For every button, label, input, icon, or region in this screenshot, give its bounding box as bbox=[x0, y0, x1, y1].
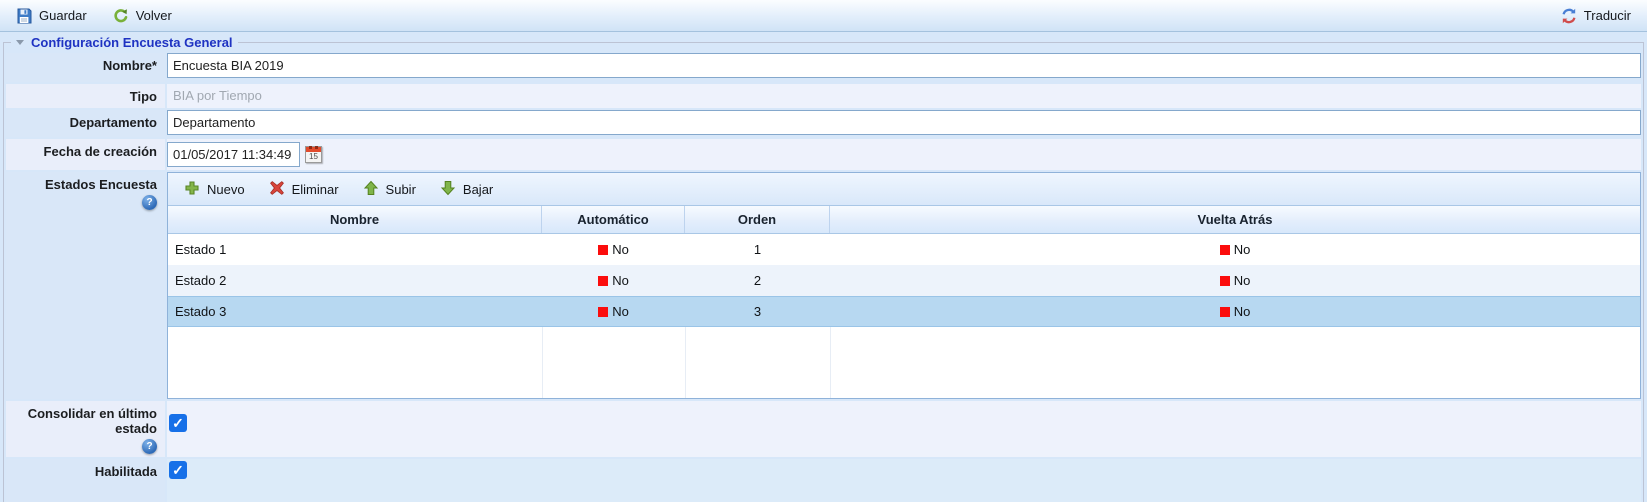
cell-vuelta-atras: No bbox=[830, 304, 1640, 319]
status-no-icon bbox=[1220, 307, 1230, 317]
move-down-button[interactable]: Bajar bbox=[429, 176, 504, 203]
toolbar-right-group: Traducir bbox=[1551, 4, 1641, 28]
cell-nombre: Estado 1 bbox=[168, 242, 542, 257]
grid-toolbar: Nuevo Eliminar bbox=[168, 173, 1640, 206]
calendar-button[interactable]: 15 bbox=[305, 146, 322, 163]
form-row-estados: Estados Encuesta Nuevo bbox=[6, 172, 1641, 399]
departamento-label: Departamento bbox=[6, 110, 165, 137]
habilitada-checkbox[interactable] bbox=[169, 461, 187, 479]
fieldset-configuracion: Configuración Encuesta General Nombre* T… bbox=[3, 35, 1644, 502]
form-row-departamento: Departamento bbox=[6, 110, 1641, 137]
toolbar-left-group: Guardar Volver bbox=[6, 4, 182, 28]
column-header-automatico[interactable]: Automático bbox=[542, 206, 685, 233]
cell-orden: 3 bbox=[685, 304, 830, 319]
estados-help-icon[interactable] bbox=[142, 195, 157, 210]
calendar-day-label: 15 bbox=[306, 152, 321, 162]
column-header-orden[interactable]: Orden bbox=[685, 206, 830, 233]
status-no-icon bbox=[598, 245, 608, 255]
delete-x-icon bbox=[269, 180, 285, 199]
calendar-icon: 15 bbox=[305, 146, 322, 163]
fecha-label: Fecha de creación bbox=[6, 139, 165, 170]
departamento-field-area bbox=[167, 110, 1641, 137]
grid-body: Estado 1 No 1 No Estado 2 bbox=[168, 234, 1640, 398]
grid-header: Nombre Automático Orden Vuelta Atrás bbox=[168, 206, 1640, 234]
estados-label: Estados Encuesta bbox=[6, 172, 165, 399]
fecha-input[interactable] bbox=[167, 142, 300, 167]
move-up-button[interactable]: Subir bbox=[352, 176, 427, 203]
translate-icon bbox=[1561, 8, 1577, 24]
cell-nombre: Estado 2 bbox=[168, 273, 542, 288]
consolidar-help-icon[interactable] bbox=[142, 439, 157, 454]
top-toolbar: Guardar Volver bbox=[0, 0, 1647, 32]
form-row-fecha: Fecha de creación 15 bbox=[6, 139, 1641, 170]
translate-button-label: Traducir bbox=[1584, 8, 1631, 23]
column-header-vuelta-atras[interactable]: Vuelta Atrás bbox=[830, 206, 1640, 233]
status-no-icon bbox=[598, 307, 608, 317]
status-no-icon bbox=[1220, 276, 1230, 286]
cell-automatico: No bbox=[542, 242, 685, 257]
translate-button[interactable]: Traducir bbox=[1551, 4, 1641, 28]
table-row[interactable]: Estado 1 No 1 No bbox=[168, 234, 1640, 265]
cell-automatico: No bbox=[542, 304, 685, 319]
consolidar-checkbox[interactable] bbox=[169, 414, 187, 432]
arrow-up-icon bbox=[363, 180, 379, 199]
tipo-value: BIA por Tiempo bbox=[167, 84, 1641, 103]
consolidar-field-area bbox=[167, 401, 1641, 457]
arrow-down-icon bbox=[440, 180, 456, 199]
consolidar-label: Consolidar en último estado bbox=[6, 401, 165, 457]
status-no-icon bbox=[1220, 245, 1230, 255]
form-row-habilitada: Habilitada bbox=[6, 459, 1641, 502]
form-row-nombre: Nombre* bbox=[6, 53, 1641, 82]
form-row-consolidar: Consolidar en último estado bbox=[6, 401, 1641, 457]
fecha-field-area: 15 bbox=[167, 139, 1641, 170]
cell-nombre: Estado 3 bbox=[168, 304, 542, 319]
departamento-input[interactable] bbox=[167, 110, 1641, 135]
plus-icon bbox=[184, 180, 200, 199]
cell-vuelta-atras: No bbox=[830, 273, 1640, 288]
back-button-label: Volver bbox=[136, 8, 172, 23]
new-button-label: Nuevo bbox=[207, 182, 245, 197]
save-button[interactable]: Guardar bbox=[6, 4, 97, 28]
date-wrap: 15 bbox=[167, 139, 1641, 167]
nombre-input[interactable] bbox=[167, 53, 1641, 78]
nombre-field-area bbox=[167, 53, 1641, 82]
table-row[interactable]: Estado 2 No 2 No bbox=[168, 265, 1640, 296]
delete-button[interactable]: Eliminar bbox=[258, 176, 350, 203]
tipo-field-area: BIA por Tiempo bbox=[167, 84, 1641, 108]
tipo-label: Tipo bbox=[6, 84, 165, 108]
collapse-arrow-icon[interactable] bbox=[16, 40, 24, 45]
new-button[interactable]: Nuevo bbox=[173, 176, 256, 203]
move-down-button-label: Bajar bbox=[463, 182, 493, 197]
status-no-icon bbox=[598, 276, 608, 286]
estados-grid: Nuevo Eliminar bbox=[167, 172, 1641, 399]
table-row[interactable]: Estado 3 No 3 No bbox=[168, 296, 1640, 327]
delete-button-label: Eliminar bbox=[292, 182, 339, 197]
move-up-button-label: Subir bbox=[386, 182, 416, 197]
save-icon bbox=[16, 8, 32, 24]
estados-field-area: Nuevo Eliminar bbox=[167, 172, 1641, 399]
back-icon bbox=[113, 8, 129, 24]
column-header-nombre[interactable]: Nombre bbox=[168, 206, 542, 233]
cell-orden: 1 bbox=[685, 242, 830, 257]
fieldset-title: Configuración Encuesta General bbox=[31, 35, 233, 50]
back-button[interactable]: Volver bbox=[103, 4, 182, 28]
save-button-label: Guardar bbox=[39, 8, 87, 23]
cell-automatico: No bbox=[542, 273, 685, 288]
habilitada-label: Habilitada bbox=[6, 459, 165, 502]
habilitada-field-area bbox=[167, 459, 1641, 502]
cell-vuelta-atras: No bbox=[830, 242, 1640, 257]
form-row-tipo: Tipo BIA por Tiempo bbox=[6, 84, 1641, 108]
cell-orden: 2 bbox=[685, 273, 830, 288]
fieldset-legend: Configuración Encuesta General bbox=[11, 35, 238, 50]
page: Guardar Volver bbox=[0, 0, 1647, 502]
nombre-label: Nombre* bbox=[6, 53, 165, 82]
